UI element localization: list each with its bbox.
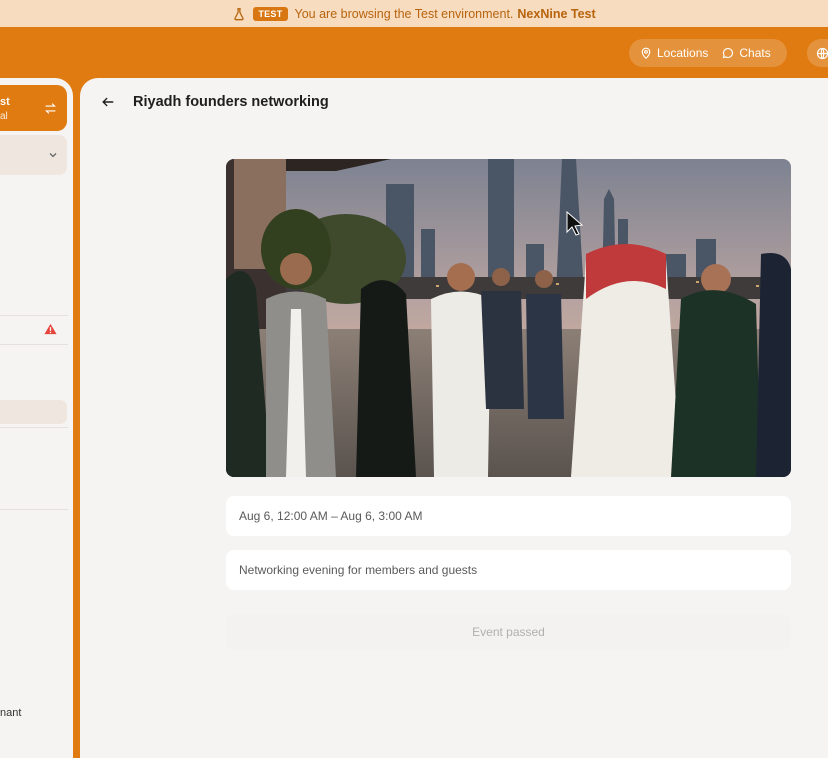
event-datetime: Aug 6, 12:00 AM – Aug 6, 3:00 AM [239, 509, 423, 523]
event-datetime-card: Aug 6, 12:00 AM – Aug 6, 3:00 AM [226, 496, 791, 536]
page-title: Riyadh founders networking [133, 94, 329, 110]
map-pin-icon [641, 47, 651, 59]
main-content: Riyadh founders networking Aug 6, 12:00 … [80, 78, 828, 758]
flask-icon [234, 7, 245, 20]
event-status-label: Event passed [472, 625, 545, 639]
event-image [226, 159, 791, 477]
event-status-button: Event passed [226, 614, 791, 650]
workspace-subtitle: al [0, 111, 8, 122]
chats-button[interactable]: Chats [715, 42, 777, 64]
sidebar-footer-text: nant [0, 707, 22, 719]
top-nav-group: Locations Chats [629, 39, 787, 67]
workspace-name: st [0, 96, 10, 108]
sidebar-divider [0, 509, 68, 510]
sidebar-divider [0, 344, 68, 345]
locations-button[interactable]: Locations [633, 42, 715, 64]
test-badge: TEST [253, 6, 288, 21]
event-description-card: Networking evening for members and guest… [226, 550, 791, 590]
sidebar-divider [0, 427, 68, 428]
swap-arrows-icon [45, 103, 56, 114]
back-arrow-icon[interactable] [101, 95, 115, 109]
top-bar: Locations Chats [0, 27, 828, 78]
sidebar-item-selected[interactable] [0, 400, 67, 424]
sidebar-divider [0, 315, 68, 316]
environment-banner: TEST You are browsing the Test environme… [0, 0, 828, 27]
globe-icon [816, 47, 828, 59]
banner-message: You are browsing the Test environment. [294, 6, 514, 21]
warning-icon [44, 323, 57, 335]
event-photo [226, 159, 791, 477]
chevron-down-icon [49, 153, 57, 158]
locations-label: Locations [657, 46, 709, 60]
banner-brand: NexNine Test [517, 6, 596, 21]
language-button[interactable] [807, 39, 828, 67]
chat-bubble-icon [723, 47, 734, 59]
event-description: Networking evening for members and guest… [239, 563, 478, 577]
chats-label: Chats [739, 46, 771, 60]
sidebar-dropdown[interactable] [0, 135, 67, 175]
workspace-switcher[interactable]: st al [0, 85, 67, 131]
sidebar: st al nant [0, 78, 73, 758]
